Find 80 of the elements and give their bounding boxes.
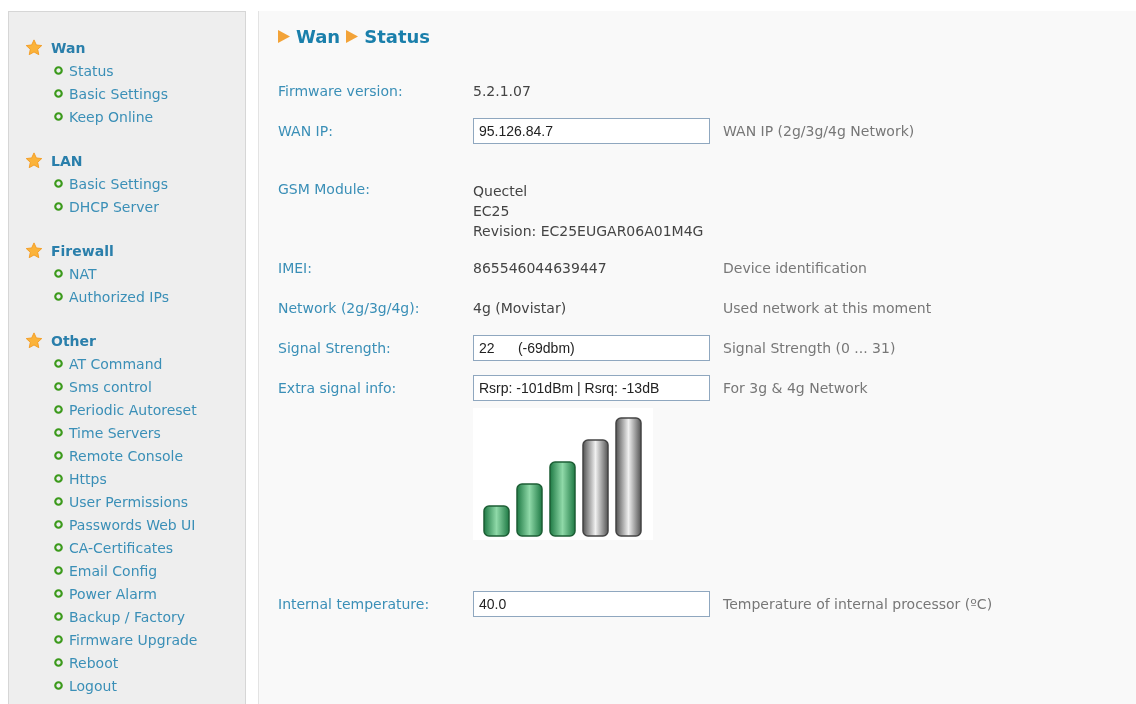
field-value: 4g (Movistar) [473, 300, 568, 316]
field-label: Internal temperature: [278, 596, 431, 612]
bullet-icon [54, 589, 63, 598]
field-label: GSM Module: [278, 181, 371, 197]
star-icon [25, 38, 43, 57]
field-label: IMEI: [278, 260, 313, 276]
menu-link[interactable]: Periodic Autoreset [25, 398, 197, 421]
menu-link[interactable]: Backup / Factory [25, 605, 186, 628]
bullet-icon [54, 635, 63, 644]
bullet-icon [54, 292, 63, 301]
field-value: Quectel [473, 182, 529, 201]
bullet-icon [54, 474, 63, 483]
bullet-icon [54, 89, 63, 98]
menu-link[interactable]: Logout [25, 674, 117, 697]
menu-group-title: Other [51, 332, 96, 349]
bullet-icon [54, 382, 63, 391]
bullet-icon [54, 428, 63, 437]
menu-link[interactable]: Basic Settings [25, 172, 168, 195]
bullet-icon [54, 658, 63, 667]
bullet-icon [54, 681, 63, 690]
menu-link[interactable]: Remote Console [25, 444, 184, 467]
menu-link[interactable]: Time Servers [25, 421, 161, 444]
field-value: 5.2.1.07 [473, 83, 532, 99]
bullet-icon [54, 612, 63, 621]
field-hint: WAN IP (2g/3g/4g Network) [723, 123, 915, 139]
bullet-icon [54, 179, 63, 188]
menu-link[interactable]: Passwords Web UI [25, 513, 196, 536]
field-label: Network (2g/3g/4g): [278, 300, 421, 316]
input-field[interactable]: 40.0 [473, 591, 710, 617]
menu-group-title: Wan [51, 39, 86, 56]
star-icon [25, 241, 43, 260]
menu-link[interactable]: Keep Online [25, 105, 154, 128]
menu-link[interactable]: Sms control [25, 375, 152, 398]
input-field[interactable]: Rsrp: -101dBm | Rsrq: -13dB [473, 375, 710, 401]
field-value: EC25 [473, 202, 511, 221]
menu-link[interactable]: DHCP Server [25, 195, 159, 218]
menu-link[interactable]: NAT [25, 262, 97, 285]
bullet-icon [54, 359, 63, 368]
menu-link[interactable]: Basic Settings [25, 82, 168, 105]
menu-group-title: Firewall [51, 242, 114, 259]
breadcrumb-item: Status [364, 25, 431, 47]
field-hint: Device identification [723, 260, 867, 276]
bullet-icon [54, 520, 63, 529]
bullet-icon [54, 566, 63, 575]
field-label: Extra signal info: [278, 380, 398, 396]
bullet-icon [54, 269, 63, 278]
bullet-icon [54, 497, 63, 506]
field-label: Signal Strength: [278, 340, 392, 356]
menu-link[interactable]: Https [25, 467, 107, 490]
menu-link[interactable]: Authorized IPs [25, 285, 169, 308]
bullet-icon [54, 451, 63, 460]
field-hint: Used network at this moment [723, 300, 932, 316]
field-label: Firmware version: [278, 83, 404, 99]
menu-link[interactable]: Email Config [25, 559, 158, 582]
bullet-icon [54, 405, 63, 414]
field-hint: For 3g & 4g Network [723, 380, 868, 396]
field-hint: Temperature of internal processor (ºC) [723, 596, 993, 612]
menu-link[interactable]: Reboot [25, 651, 119, 674]
bullet-icon [54, 202, 63, 211]
field-hint: Signal Strength (0 ... 31) [723, 340, 896, 356]
menu-link[interactable]: User Permissions [25, 490, 189, 513]
input-field[interactable]: 22 (-69dbm) [473, 335, 710, 361]
field-label: WAN IP: [278, 123, 334, 139]
menu-link[interactable]: AT Command [25, 352, 163, 375]
menu-group-title: LAN [51, 152, 83, 169]
menu-link[interactable]: Power Alarm [25, 582, 157, 605]
menu-link[interactable]: Status [25, 59, 114, 82]
star-icon [25, 331, 43, 350]
star-icon [25, 151, 43, 170]
triangle-icon [346, 29, 359, 43]
field-value: Revision: EC25EUGAR06A01M4G [473, 222, 705, 241]
field-value: 865546044639447 [473, 260, 608, 276]
menu-link[interactable]: CA-Certificates [25, 536, 174, 559]
bullet-icon [54, 112, 63, 121]
breadcrumb-item: Wan [296, 25, 341, 47]
bullet-icon [54, 66, 63, 75]
triangle-icon [278, 29, 290, 43]
menu-link[interactable]: Firmware Upgrade [25, 628, 198, 651]
bullet-icon [54, 543, 63, 552]
input-field[interactable]: 95.126.84.7 [473, 118, 710, 144]
